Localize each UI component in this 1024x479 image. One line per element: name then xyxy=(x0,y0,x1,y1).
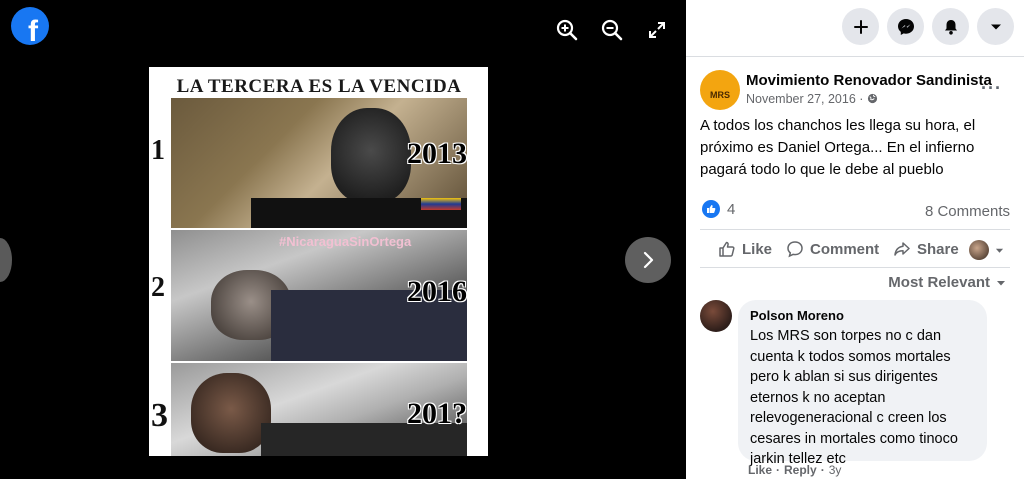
thumbs-up-icon xyxy=(719,241,735,257)
comment-sort-dropdown[interactable]: Most Relevant xyxy=(888,274,1006,291)
share-icon xyxy=(894,242,910,256)
bell-icon xyxy=(944,19,957,35)
account-button[interactable] xyxy=(977,8,1014,45)
caret-down-icon xyxy=(990,24,1001,29)
panel-year: 2016 xyxy=(407,275,467,308)
portrait xyxy=(331,108,411,203)
plus-icon xyxy=(853,19,868,34)
page-avatar[interactable]: MRS xyxy=(700,70,740,110)
comment-text: Los MRS son torpes no c dan cuenta k tod… xyxy=(750,328,958,467)
create-button[interactable] xyxy=(842,8,879,45)
meta-separator: · xyxy=(820,463,825,477)
photo-viewer: f LA TERCERA ES LA VENCIDA 1 2013 #Nicar… xyxy=(0,0,686,479)
caret-down-icon xyxy=(997,280,1005,285)
panel-number: 2 xyxy=(151,272,165,303)
fullscreen-icon[interactable] xyxy=(645,18,669,42)
post-sidebar: MRS Movimiento Renovador Sandinista Nove… xyxy=(686,0,1024,479)
post-date[interactable]: November 27, 2016 · xyxy=(746,92,878,106)
commenter-avatar[interactable] xyxy=(700,300,732,332)
reaction-summary[interactable]: 4 xyxy=(702,200,735,218)
zoom-out-icon[interactable] xyxy=(600,18,624,42)
notifications-button[interactable] xyxy=(932,8,969,45)
caret-down-icon xyxy=(995,248,1004,253)
more-options-icon[interactable]: ··· xyxy=(981,78,1002,99)
globe-icon xyxy=(867,93,877,104)
post-actions: Like Comment Share xyxy=(686,237,1024,261)
comment-time[interactable]: 3y xyxy=(829,463,842,477)
panel-year: 2013 xyxy=(407,137,467,170)
post-text: A todos los chanchos les llega su hora, … xyxy=(700,117,976,178)
header-divider xyxy=(686,56,1024,57)
share-button[interactable]: Share xyxy=(893,240,959,258)
like-reaction-icon xyxy=(702,200,720,218)
comment-bubble: Polson Moreno Los MRS son torpes no c da… xyxy=(738,300,987,467)
messenger-icon xyxy=(897,18,914,35)
meta-separator: · xyxy=(776,463,781,477)
comment-meta: Like · Reply · 3y xyxy=(748,463,841,477)
commenter-name[interactable]: Polson Moreno xyxy=(750,308,975,324)
panel-number: 1 xyxy=(151,135,165,166)
next-photo-button[interactable] xyxy=(625,237,671,283)
comment-icon xyxy=(787,241,803,258)
header-actions xyxy=(842,8,1014,45)
chevron-right-icon xyxy=(643,251,654,269)
panel-year: 201? xyxy=(407,397,467,430)
actions-divider-top xyxy=(700,229,1010,230)
reaction-count: 4 xyxy=(727,200,736,218)
zoom-in-icon[interactable] xyxy=(555,18,579,42)
sash xyxy=(421,198,461,210)
comment-like-link[interactable]: Like xyxy=(748,463,772,477)
comment-button[interactable]: Comment xyxy=(786,240,879,258)
previous-photo-button[interactable] xyxy=(0,238,12,282)
portrait xyxy=(191,373,271,453)
comment-reply-link[interactable]: Reply xyxy=(784,463,817,477)
messenger-button[interactable] xyxy=(887,8,924,45)
panel-number: 3 xyxy=(151,397,168,434)
user-avatar xyxy=(969,240,989,260)
like-button[interactable]: Like xyxy=(718,240,772,258)
meme-image: LA TERCERA ES LA VENCIDA 1 2013 #Nicarag… xyxy=(149,67,488,456)
meme-title: LA TERCERA ES LA VENCIDA xyxy=(176,76,462,97)
comments-count[interactable]: 8 Comments xyxy=(925,203,1010,220)
post-as-selector[interactable] xyxy=(969,240,1004,260)
page-name[interactable]: Movimiento Renovador Sandinista xyxy=(746,72,992,89)
meme-hashtag: #NicaraguaSinOrtega xyxy=(279,234,412,249)
actions-divider-bottom xyxy=(700,267,1010,268)
facebook-logo[interactable]: f xyxy=(11,7,49,45)
